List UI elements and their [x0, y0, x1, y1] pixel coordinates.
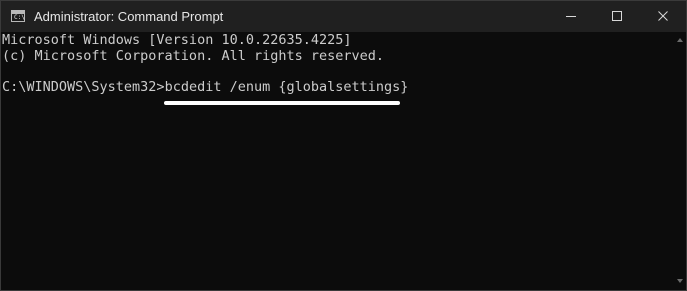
- scroll-up-arrow-icon[interactable]: [677, 38, 683, 42]
- command-highlight-underline: [164, 101, 400, 105]
- vertical-scrollbar[interactable]: [674, 32, 686, 290]
- icon-prompt-glyph: C:\: [14, 14, 25, 21]
- scroll-down-arrow-icon[interactable]: [677, 279, 683, 283]
- window-title: Administrator: Command Prompt: [34, 9, 224, 24]
- console-prompt: C:\WINDOWS\System32>: [2, 79, 165, 95]
- console-line-copyright: (c) Microsoft Corporation. All rights re…: [2, 48, 385, 64]
- command-prompt-window: C:\ Administrator: Command Prompt Micros…: [0, 0, 687, 291]
- close-button[interactable]: [640, 1, 686, 32]
- cmd-icon: C:\: [11, 10, 25, 22]
- console-line-version: Microsoft Windows [Version 10.0.22635.42…: [2, 32, 352, 48]
- console-output[interactable]: Microsoft Windows [Version 10.0.22635.42…: [1, 32, 673, 290]
- console-command-line[interactable]: C:\WINDOWS\System32>bcdedit /enum {globa…: [2, 79, 408, 95]
- minimize-button[interactable]: [548, 1, 594, 32]
- close-icon: [658, 11, 668, 21]
- console-command[interactable]: bcdedit /enum {globalsettings}: [165, 79, 409, 95]
- maximize-icon: [612, 11, 622, 21]
- title-bar[interactable]: C:\ Administrator: Command Prompt: [1, 1, 686, 32]
- minimize-icon: [566, 16, 576, 17]
- maximize-button[interactable]: [594, 1, 640, 32]
